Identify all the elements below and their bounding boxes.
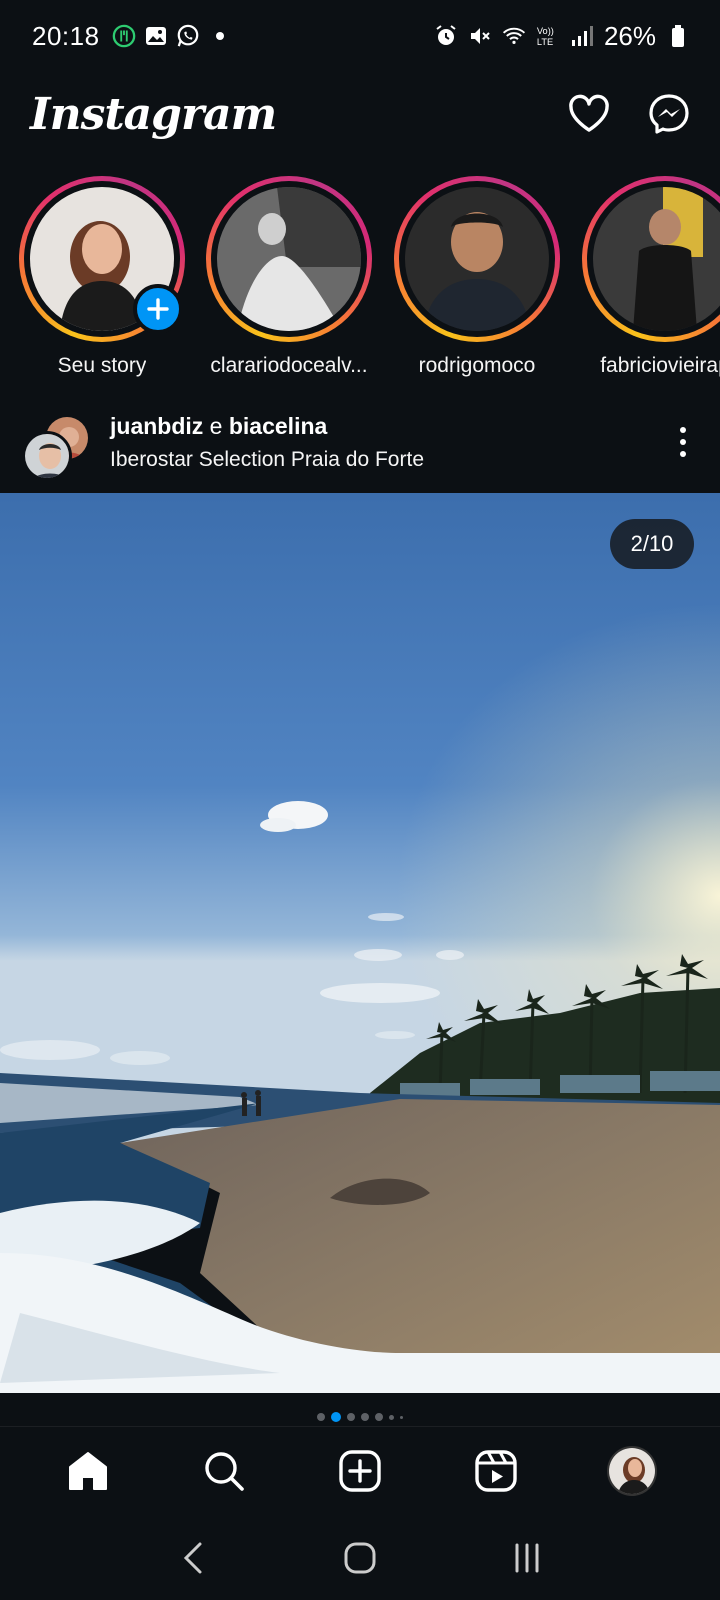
carousel-dot-active (331, 1412, 341, 1422)
home-icon (69, 1451, 107, 1490)
svg-text:LTE: LTE (537, 37, 553, 47)
instagram-logo[interactable]: Instagram (30, 89, 277, 140)
post-usernames[interactable]: juanbdiz e biacelina (110, 413, 424, 440)
svg-text:Vo)): Vo)) (537, 26, 554, 36)
profile-avatar (607, 1445, 657, 1496)
story-item[interactable]: fabriciovieirap (582, 176, 720, 378)
volte-icon: Vo)) LTE (536, 24, 560, 48)
nav-search-button[interactable] (197, 1444, 251, 1498)
carousel-counter: 2/10 (610, 519, 694, 569)
status-time: 20:18 (32, 20, 100, 51)
story-avatar (593, 187, 720, 331)
home-square-icon (344, 1542, 376, 1574)
search-icon (205, 1451, 244, 1491)
post-photo[interactable]: 2/10 (0, 493, 720, 1393)
carousel-dot (389, 1414, 394, 1420)
system-home-button[interactable] (330, 1528, 390, 1588)
mute-icon (468, 24, 492, 48)
post-header: juanbdiz e biacelina Iberostar Selection… (0, 400, 720, 484)
wifi-icon (502, 24, 526, 48)
add-story-button[interactable] (133, 284, 183, 334)
nav-profile-button[interactable] (605, 1444, 659, 1498)
nav-home-button[interactable] (61, 1444, 115, 1498)
story-label: Seu story (57, 354, 147, 377)
stories-tray: Seu story clarariodocealv... rodrigomoco (0, 176, 720, 386)
carousel-dot (317, 1413, 325, 1421)
avatar (22, 431, 72, 481)
signal-icon (570, 24, 594, 48)
fork-knife-icon (112, 24, 136, 48)
notification-icons (112, 24, 232, 48)
messenger-icon (649, 94, 689, 134)
bottom-navigation (0, 1426, 720, 1514)
plus-icon (147, 298, 169, 320)
story-item[interactable]: rodrigomoco (394, 176, 560, 378)
reels-icon (475, 1449, 517, 1492)
story-label: fabriciovieirap (600, 354, 720, 377)
status-bar: 20:18 Vo)) LTE 26% (0, 0, 720, 72)
story-label: rodrigomoco (418, 354, 536, 377)
app-header: Instagram (0, 78, 720, 150)
more-options-button[interactable] (668, 419, 698, 465)
post-location[interactable]: Iberostar Selection Praia do Forte (110, 448, 424, 472)
system-status-icons: Vo)) LTE 26% (434, 21, 690, 52)
story-own[interactable]: Seu story (19, 176, 185, 378)
story-avatar (217, 187, 361, 331)
username-connector: e (203, 412, 229, 439)
nav-reels-button[interactable] (469, 1444, 523, 1498)
activity-button[interactable] (566, 91, 612, 137)
username[interactable]: juanbdiz (110, 413, 203, 439)
battery-icon (666, 24, 690, 48)
dot-icon (208, 24, 232, 48)
story-label: clarariodocealv... (210, 354, 368, 377)
carousel-dot (375, 1413, 383, 1421)
story-avatar (405, 187, 549, 331)
android-navigation-bar (0, 1516, 720, 1600)
back-chevron-icon (184, 1542, 202, 1574)
recents-icon (515, 1543, 539, 1573)
create-icon (339, 1449, 381, 1492)
messenger-button[interactable] (646, 91, 692, 137)
system-back-button[interactable] (163, 1528, 223, 1588)
username[interactable]: biacelina (229, 413, 327, 439)
alarm-icon (434, 24, 458, 48)
carousel-dot (347, 1413, 355, 1421)
carousel-indicator (0, 1412, 720, 1422)
system-recents-button[interactable] (497, 1528, 557, 1588)
carousel-dot (361, 1413, 369, 1421)
image-icon (144, 24, 168, 48)
carousel-dot (400, 1415, 403, 1419)
battery-percentage: 26% (603, 20, 656, 51)
whatsapp-icon (176, 24, 200, 48)
more-dots-icon (680, 427, 686, 433)
nav-create-button[interactable] (333, 1444, 387, 1498)
collab-avatars[interactable] (22, 407, 94, 481)
story-item[interactable]: clarariodocealv... (206, 176, 372, 378)
heart-icon (569, 94, 609, 132)
